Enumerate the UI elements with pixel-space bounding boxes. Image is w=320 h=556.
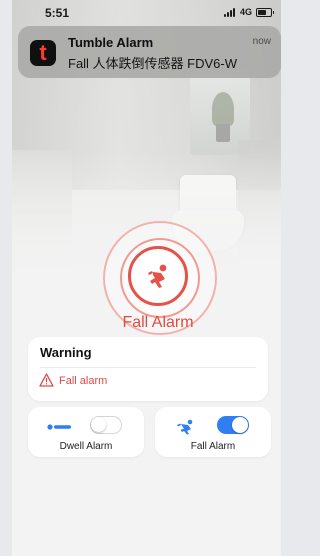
warning-message: Fall alarm: [59, 375, 108, 387]
notification-banner[interactable]: t Tumble Alarm Fall 人体跌倒传感器 FDV6-W now: [18, 26, 281, 78]
warning-card-title: Warning: [40, 345, 92, 360]
signal-icon: [224, 8, 238, 17]
notification-title: Tumble Alarm: [68, 35, 154, 50]
person-lying-icon: [47, 424, 71, 430]
status-time: 5:51: [45, 6, 70, 20]
tuya-app-icon: t: [30, 40, 56, 66]
dwell-alarm-label: Dwell Alarm: [59, 441, 113, 452]
dwell-alarm-card: Dwell Alarm: [28, 407, 144, 457]
fall-alarm-label: Fall Alarm: [190, 441, 236, 452]
notification-message: Fall 人体跌倒传感器 FDV6-W: [68, 56, 238, 71]
fall-alarm-card: Fall Alarm: [155, 407, 271, 457]
battery-icon: [256, 8, 274, 17]
network-label: 4G: [240, 7, 253, 17]
dwell-alarm-toggle[interactable]: [90, 416, 122, 434]
phone-screen: 5:51 4G t Tumble Alarm Fall 人体跌倒传感器 FDV6…: [12, 0, 281, 556]
warning-card: Warning Fall alarm: [28, 337, 268, 401]
fall-alarm-toggle[interactable]: [217, 416, 249, 434]
notification-time: now: [252, 36, 271, 47]
warning-triangle-icon: [39, 373, 54, 387]
status-bar: 5:51 4G: [12, 0, 281, 22]
person-falling-icon: [177, 419, 193, 435]
divider: [40, 367, 256, 368]
alarm-status-label: Fall Alarm: [122, 314, 194, 331]
person-falling-icon: [148, 264, 167, 288]
